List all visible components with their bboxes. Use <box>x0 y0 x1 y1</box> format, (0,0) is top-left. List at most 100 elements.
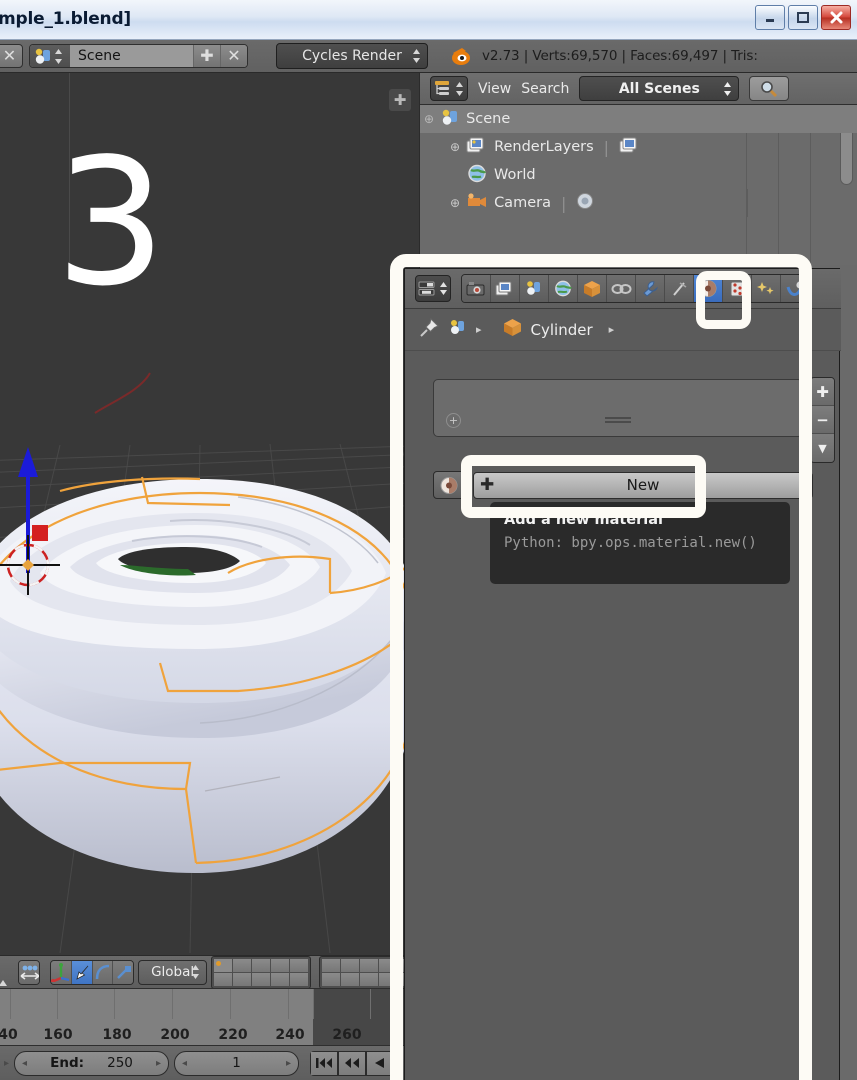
timeline-editor[interactable]: 40 160 180 200 220 240 260 ▸ ◂ End: 250 … <box>0 988 419 1080</box>
chevron-right-icon: ▸ <box>608 323 615 336</box>
expand-icon[interactable]: ⊕ <box>450 140 460 154</box>
minimize-button[interactable] <box>755 5 785 30</box>
chevron-right-icon[interactable]: ▸ <box>286 1058 291 1069</box>
material-slot-menu-button[interactable]: ▼ <box>811 434 834 462</box>
add-material-slot-button[interactable]: ✚ <box>811 378 834 406</box>
scene-name-field[interactable]: Scene <box>70 45 193 67</box>
scene-selector[interactable]: Scene ✚ ✕ <box>29 44 248 68</box>
expand-icon[interactable]: ⊕ <box>450 196 460 210</box>
tab-render[interactable] <box>462 275 491 302</box>
layer-button[interactable] <box>252 972 270 986</box>
close-button[interactable] <box>821 5 851 30</box>
outliner-row-scene[interactable]: ⊕ Scene <box>420 105 857 133</box>
layer-button[interactable] <box>214 958 232 972</box>
layer-button[interactable] <box>360 958 378 972</box>
outliner-menu-search[interactable]: Search <box>521 81 569 97</box>
add-slot-icon[interactable]: + <box>446 413 461 428</box>
layer-button[interactable] <box>290 958 308 972</box>
layer-button[interactable] <box>322 972 340 986</box>
outliner-restrict-columns[interactable] <box>747 189 857 217</box>
layer-button[interactable] <box>379 958 397 972</box>
layer-button[interactable] <box>379 972 397 986</box>
scale-manipulator-button[interactable] <box>113 960 134 984</box>
outliner-search-button[interactable] <box>749 76 790 101</box>
manipulator-toggle-icon[interactable] <box>51 960 73 984</box>
layer-button[interactable] <box>322 958 340 972</box>
search-icon <box>761 80 778 97</box>
chevron-right-icon[interactable]: ▸ <box>156 1058 161 1069</box>
remove-material-slot-button[interactable]: − <box>811 406 834 434</box>
properties-breadcrumb: ▸ Cylinder ▸ <box>405 309 841 351</box>
chevron-left-icon[interactable]: ◂ <box>22 1058 27 1069</box>
tab-physics[interactable] <box>781 275 810 302</box>
tab-texture[interactable] <box>723 275 752 302</box>
object-cube-icon[interactable] <box>502 318 523 341</box>
outliner-row-world[interactable]: World <box>420 161 857 189</box>
timeline-ruler[interactable]: 40 160 180 200 220 240 260 <box>0 988 419 1046</box>
pin-icon[interactable] <box>419 317 440 342</box>
timeline-tick <box>57 989 58 1019</box>
frame-back-button[interactable] <box>338 1050 367 1076</box>
end-frame-field[interactable]: ◂ End: 250 ▸ <box>14 1050 170 1076</box>
expand-icon[interactable]: ⊕ <box>424 112 434 126</box>
outliner-scene-filter-label: All Scenes <box>618 80 700 97</box>
outliner-display-mode-button[interactable] <box>430 76 468 101</box>
manipulator-group[interactable] <box>50 959 135 985</box>
outliner-tree[interactable]: ⊕ Scene ⊕ RenderLayers | World ⊕ Camera … <box>420 105 857 265</box>
tab-material[interactable] <box>694 275 723 302</box>
outliner-scene-filter-select[interactable]: All Scenes <box>579 76 740 101</box>
tab-particles[interactable] <box>752 275 781 302</box>
new-material-button[interactable]: ✚ New <box>473 471 813 499</box>
layer-button[interactable] <box>271 972 289 986</box>
chevron-right-icon[interactable]: ▸ <box>4 1058 9 1069</box>
current-frame-field[interactable]: ◂ 1 ▸ <box>174 1050 300 1076</box>
layer-button[interactable] <box>360 972 378 986</box>
translate-manipulator-button[interactable] <box>72 960 93 984</box>
proportional-edit-icon[interactable] <box>19 960 40 984</box>
close-icon: ✕ <box>227 46 241 65</box>
renderlayers-icon[interactable] <box>619 136 641 159</box>
layer-button[interactable] <box>271 958 289 972</box>
scene-datablock-icon <box>30 45 70 67</box>
camera-data-icon[interactable] <box>576 192 596 214</box>
outliner-menu-view[interactable]: View <box>478 81 511 97</box>
proportional-edit-group[interactable] <box>18 959 41 985</box>
layer-button[interactable] <box>233 958 251 972</box>
tab-render-layers[interactable] <box>491 275 520 302</box>
maximize-button[interactable] <box>788 5 818 30</box>
layer-button[interactable] <box>341 958 359 972</box>
layer-button[interactable] <box>290 972 308 986</box>
outliner-row-renderlayers[interactable]: ⊕ RenderLayers | <box>420 133 857 161</box>
add-scene-button[interactable]: ✚ <box>193 45 220 67</box>
remove-scene-button[interactable]: ✕ <box>220 45 247 67</box>
end-frame-label: End: <box>50 1055 85 1071</box>
layer-button[interactable] <box>214 972 232 986</box>
scene-icon <box>440 108 460 131</box>
tab-scene[interactable] <box>520 275 549 302</box>
properties-editor[interactable]: ▸ Cylinder ▸ + ✚ − ▼ ✚ New <box>404 268 841 1080</box>
layer-button[interactable] <box>233 972 251 986</box>
scene-layers-grid[interactable] <box>211 955 311 989</box>
tab-object[interactable] <box>578 275 607 302</box>
scene-icon[interactable] <box>448 318 468 341</box>
jump-to-start-button[interactable] <box>310 1050 339 1076</box>
viewport-3d[interactable]: 3 ✚ <box>0 73 419 955</box>
rotate-manipulator-button[interactable] <box>92 960 114 984</box>
chevron-left-icon[interactable]: ◂ <box>182 1058 187 1069</box>
layer-button[interactable] <box>341 972 359 986</box>
render-engine-selector[interactable]: Cycles Render <box>276 43 428 69</box>
resize-grip-icon[interactable] <box>605 417 631 424</box>
tab-constraints[interactable] <box>607 275 636 302</box>
play-reverse-button[interactable] <box>366 1050 395 1076</box>
tab-data[interactable] <box>665 275 694 302</box>
properties-context-button[interactable] <box>415 275 451 302</box>
material-preview-icon[interactable] <box>433 471 465 499</box>
tab-modifiers[interactable] <box>636 275 665 302</box>
transform-orientation-selector[interactable]: Global <box>138 959 207 985</box>
layer-button[interactable] <box>252 958 270 972</box>
close-editor-button[interactable]: ✕ <box>0 44 23 68</box>
material-slot-list[interactable]: + <box>433 379 803 437</box>
outliner-row-camera[interactable]: ⊕ Camera | <box>420 189 857 217</box>
tab-world[interactable] <box>549 275 578 302</box>
scene-icon <box>527 281 540 295</box>
